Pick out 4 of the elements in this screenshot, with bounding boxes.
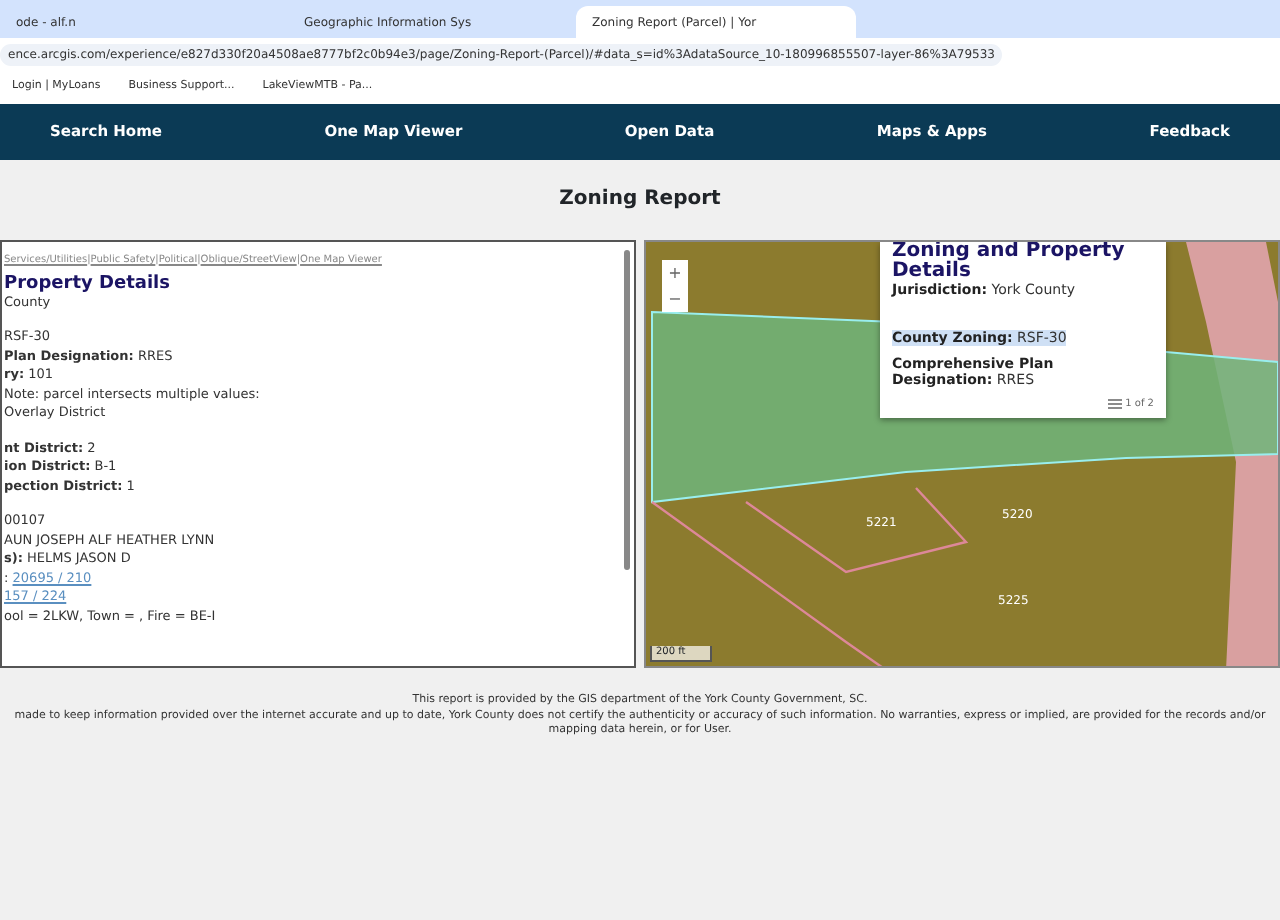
list-icon[interactable] bbox=[1107, 398, 1122, 411]
details-heading: Property Details bbox=[4, 275, 172, 293]
scrollbar[interactable] bbox=[624, 250, 630, 570]
page-title: Zoning Report bbox=[557, 186, 723, 214]
